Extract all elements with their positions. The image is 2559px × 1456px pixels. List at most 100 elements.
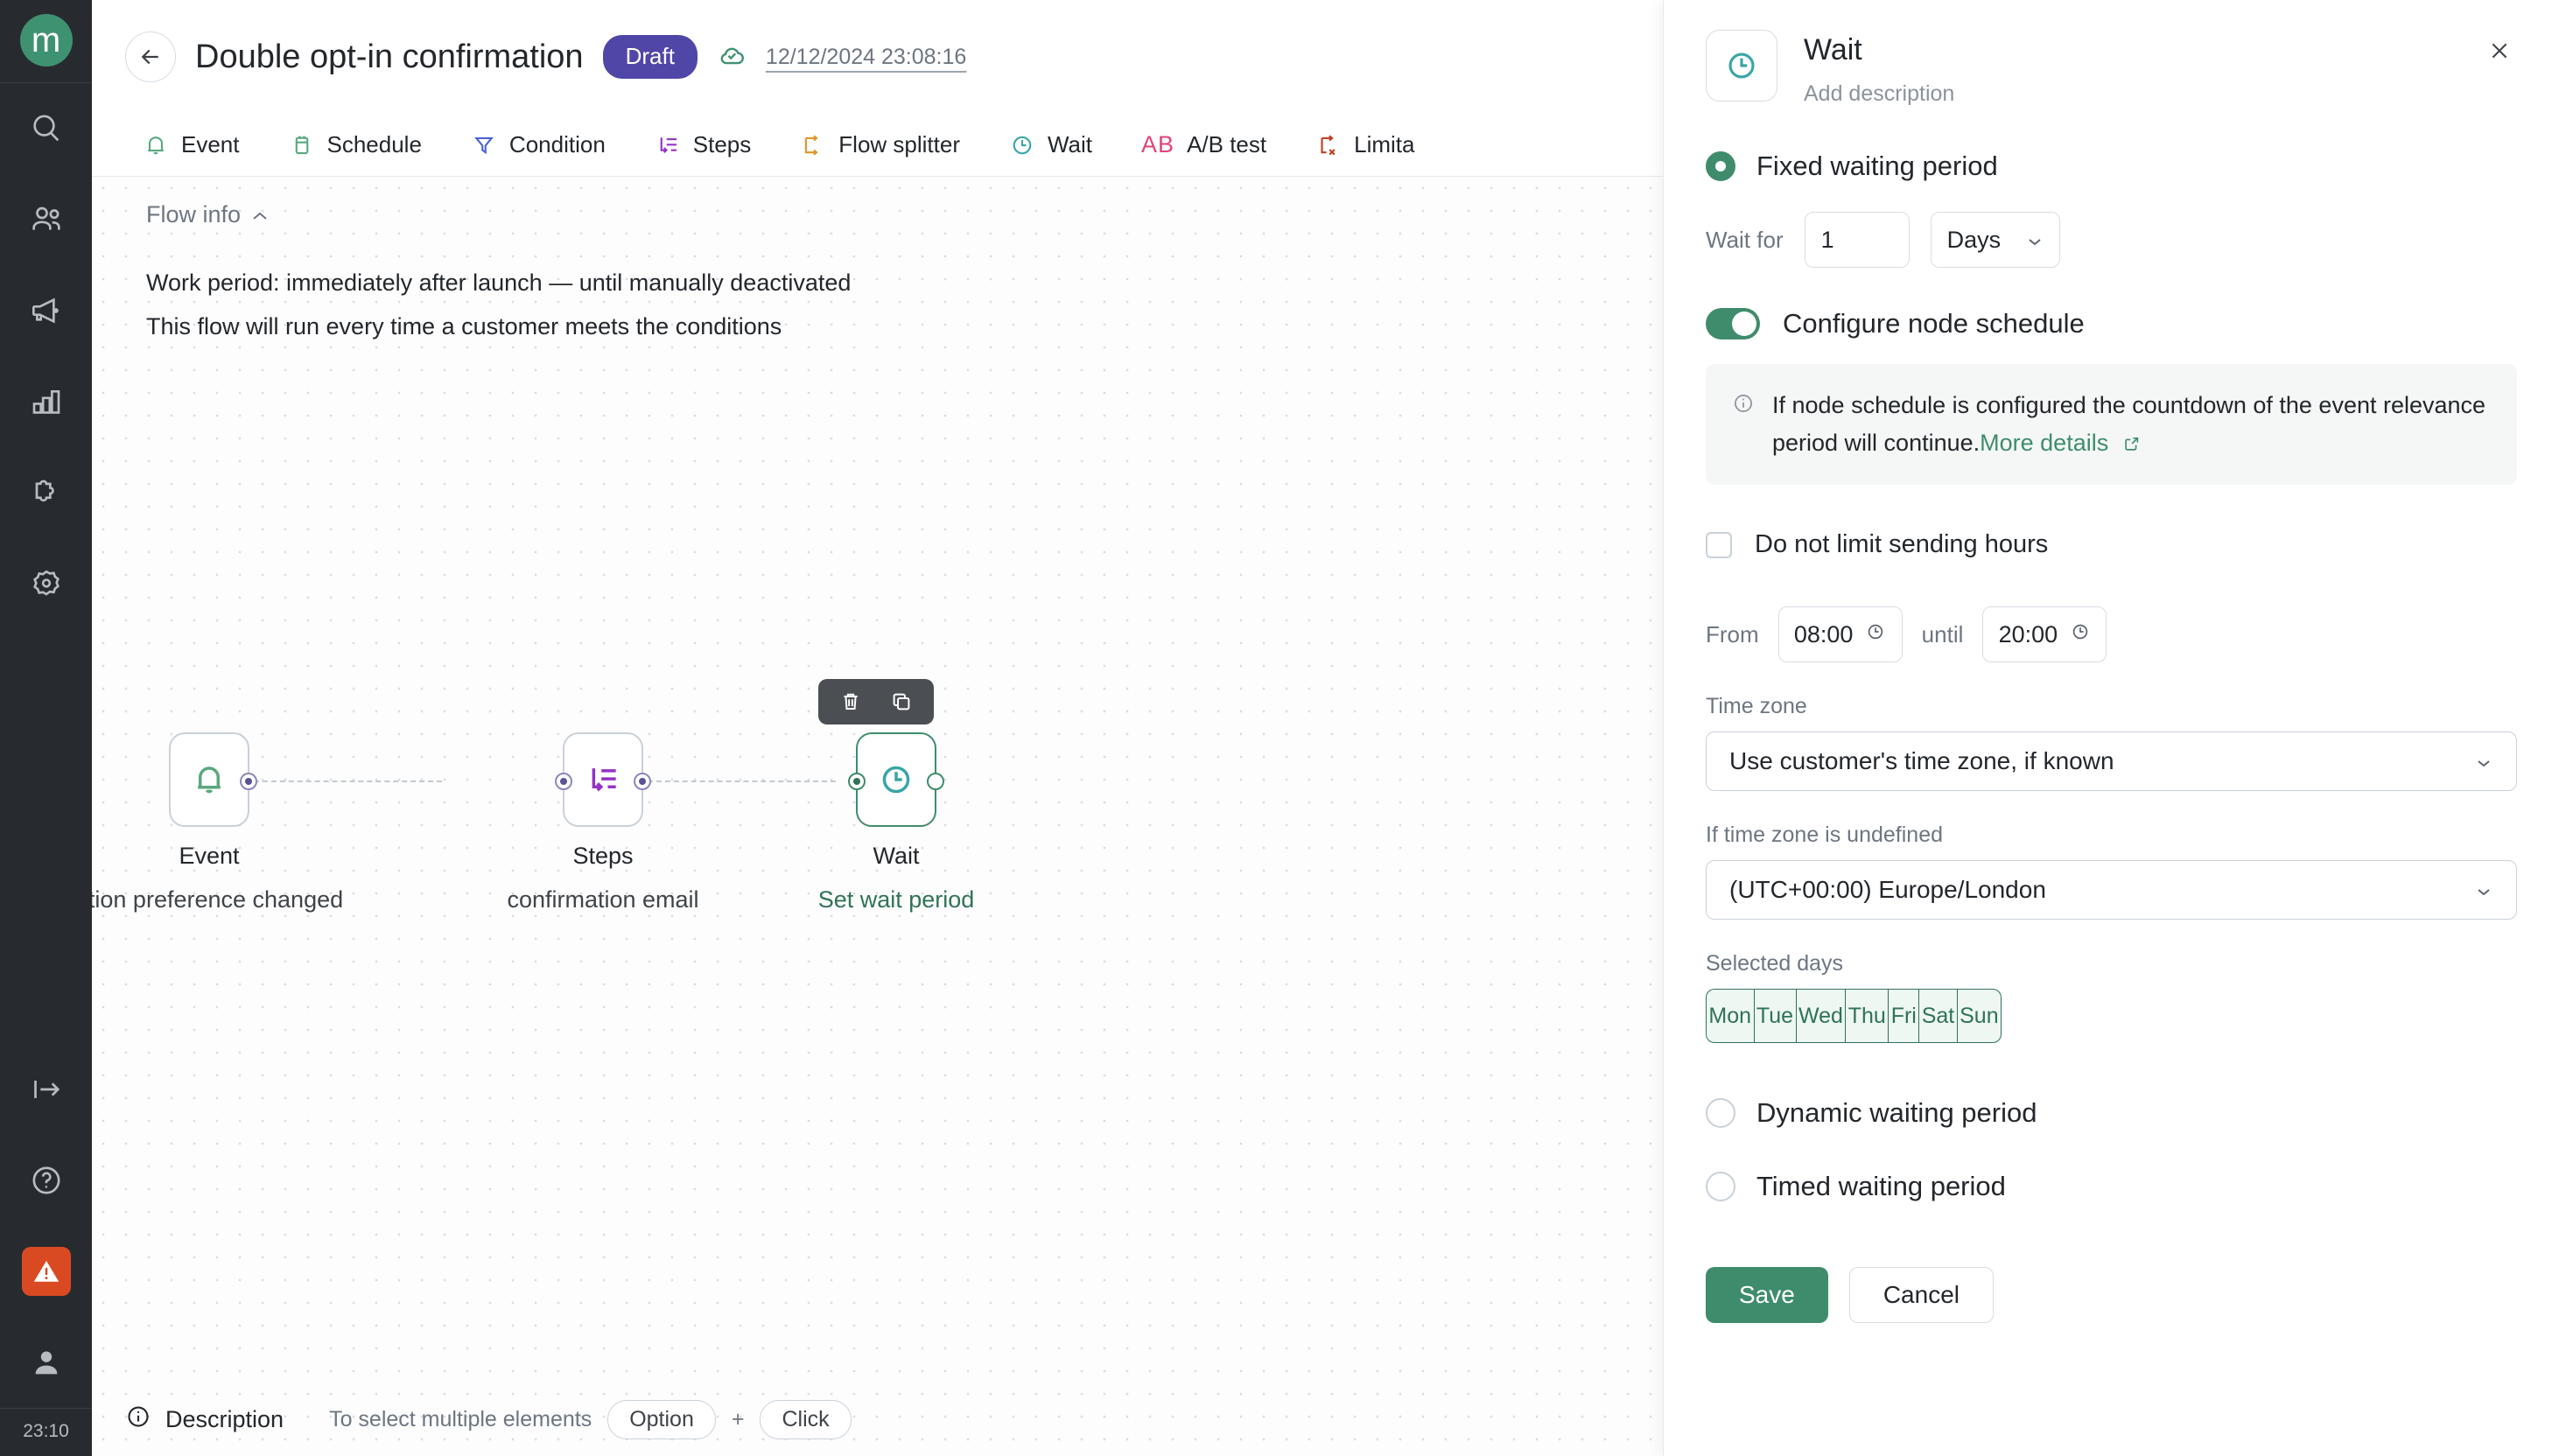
node-tab-steps[interactable]: Steps [630,114,776,176]
node-label: Event [179,843,240,869]
day-toggle-wed[interactable]: Wed [1795,989,1846,1044]
integrations-icon[interactable] [0,447,92,538]
alert-badge[interactable] [21,1247,71,1296]
key-option: Option [607,1399,716,1439]
node-port-in[interactable] [555,773,572,790]
node-sublabel: ption preference changed [92,886,344,913]
checkbox-indicator[interactable] [1706,531,1732,558]
toggle-switch[interactable] [1706,308,1760,340]
panel-description-input[interactable]: Add description [1804,81,1954,107]
flow-node-steps[interactable]: Steps confirmation email [507,732,699,913]
from-time-field[interactable]: 08:00 [1777,606,1903,663]
page-title: Double opt-in confirmation [195,38,584,75]
node-card[interactable] [169,732,257,827]
last-saved-timestamp[interactable]: 12/12/2024 23:08:16 [766,45,966,70]
node-tab-label: Flow splitter [838,131,960,158]
cancel-button[interactable]: Cancel [1848,1267,1994,1324]
node-tab-limitation[interactable]: Limita [1291,114,1439,176]
user-avatar-icon[interactable] [0,1317,92,1408]
node-sublabel: confirmation email [507,886,699,913]
panel-title: Wait [1804,33,1862,66]
app-logo[interactable]: m [19,14,73,66]
delete-node-button[interactable] [831,682,871,722]
search-icon[interactable] [0,83,92,174]
node-tab-schedule[interactable]: Schedule [264,114,446,176]
node-port-out[interactable] [927,773,944,790]
close-icon[interactable] [2482,33,2517,68]
flow-info-block: Flow info Work period: immediately after… [146,201,851,349]
radio-timed-waiting-period[interactable]: Timed waiting period [1706,1171,2517,1202]
info-circle-icon [1732,387,1755,419]
wait-for-label: Wait for [1706,226,1784,253]
analytics-icon[interactable] [0,356,92,447]
back-button[interactable] [125,32,176,82]
save-button[interactable]: Save [1706,1267,1828,1324]
flow-info-toggle[interactable]: Flow info [146,201,851,228]
more-details-link[interactable]: More details [1980,430,2108,456]
panel-actions: Save Cancel [1706,1267,2517,1324]
day-toggle-fri[interactable]: Fri [1888,989,1919,1044]
rail-icon-list [0,83,92,629]
chevron-down-icon [2474,876,2493,904]
until-label: until [1921,620,1964,648]
radio-indicator[interactable] [1706,1172,1735,1202]
flow-node-wait[interactable]: Wait Set wait period [818,732,974,913]
node-card[interactable] [848,732,944,827]
node-tab-label: Event [181,131,240,158]
help-icon[interactable] [0,1135,92,1226]
wait-for-input[interactable] [1804,212,1910,268]
day-toggle-mon[interactable]: Mon [1706,989,1754,1044]
from-label: From [1706,620,1759,648]
timezone-value: Use customer's time zone, if known [1729,747,2114,775]
node-tab-condition[interactable]: Condition [446,114,630,176]
radio-fixed-waiting-period[interactable]: Fixed waiting period [1706,150,2517,182]
connector-event-steps [245,780,442,782]
radio-dynamic-waiting-period[interactable]: Dynamic waiting period [1706,1097,2517,1129]
selected-days-label: Selected days [1706,951,1844,976]
radio-indicator[interactable] [1706,151,1735,181]
chevron-down-icon [2026,227,2044,254]
campaigns-icon[interactable] [0,265,92,356]
cloud-check-icon [717,40,747,74]
fallback-timezone-select[interactable]: (UTC+00:00) Europe/London [1706,860,2517,920]
node-label: Wait [873,843,920,869]
key-plus: + [731,1406,745,1432]
toggle-label: Configure node schedule [1783,308,2085,339]
node-card[interactable] [555,732,651,827]
collapse-icon[interactable] [0,1044,92,1135]
configure-node-schedule-toggle[interactable]: Configure node schedule [1706,308,2517,340]
day-toggle-sun[interactable]: Sun [1956,989,2002,1044]
node-tab-flow-splitter[interactable]: Flow splitter [775,114,985,176]
radio-indicator[interactable] [1706,1098,1735,1129]
wait-for-row: Wait for Days [1706,212,2517,268]
node-port-out[interactable] [634,773,651,790]
panel-header: Wait Add description [1706,30,2517,107]
until-time-field[interactable]: 20:00 [1982,606,2107,663]
node-tab-label: Condition [508,131,606,158]
clock-icon [1865,621,1886,648]
left-nav-rail: m 23:10 [0,0,92,1456]
day-toggle-tue[interactable]: Tue [1753,989,1796,1044]
alert-icon[interactable] [0,1226,92,1317]
do-not-limit-sending-hours-checkbox[interactable]: Do not limit sending hours [1706,530,2517,559]
day-toggle-thu[interactable]: Thu [1845,989,1889,1044]
node-port-in[interactable] [848,773,866,790]
audience-icon[interactable] [0,174,92,265]
description-button[interactable]: Description [125,1404,284,1436]
flow-info-label: Flow info [146,201,242,228]
node-context-toolbar[interactable] [818,679,934,724]
node-port-out[interactable] [240,773,257,790]
node-tab-wait[interactable]: Wait [985,114,1117,176]
flow-node-event[interactable]: Event ption preference changed [92,732,343,913]
wait-for-unit-select[interactable]: Days [1930,212,2060,268]
day-toggle-sat[interactable]: Sat [1918,989,1957,1044]
settings-icon[interactable] [0,538,92,629]
external-link-icon[interactable] [2108,430,2142,456]
chevron-up-icon [251,201,269,228]
node-tab-event[interactable]: Event [118,114,264,176]
node-tab-ab-test[interactable]: AB A/B test [1117,114,1291,176]
timezone-select[interactable]: Use customer's time zone, if known [1706,732,2517,792]
duplicate-node-button[interactable] [881,682,922,722]
chevron-down-icon [2474,747,2493,775]
multi-select-hint: To select multiple elements Option + Cli… [329,1399,852,1439]
